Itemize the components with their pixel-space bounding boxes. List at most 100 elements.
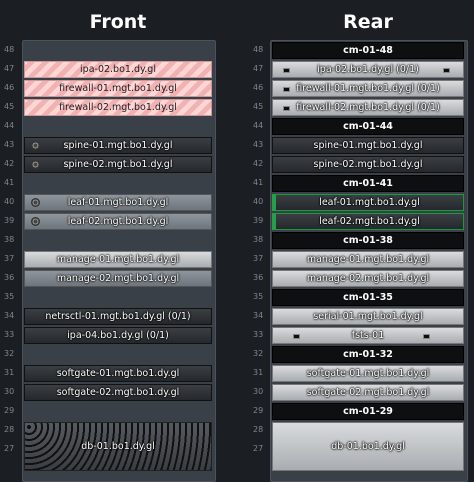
rack-unit-number: 33 bbox=[253, 330, 264, 339]
rack-unit-number: 38 bbox=[253, 235, 264, 244]
rack-unit-number: 39 bbox=[253, 216, 264, 225]
port-icon bbox=[283, 68, 290, 73]
port-icon bbox=[443, 68, 450, 73]
front-device-leaf-01[interactable]: leaf-01.mgt.bo1.dy.gl bbox=[24, 194, 212, 211]
rear-device-manage-02[interactable]: manage-02.mgt.bo1.dy.gl bbox=[272, 270, 464, 287]
rear-blank-cm-01-44[interactable]: cm-01-44 bbox=[272, 118, 464, 135]
rear-blank-cm-01-29[interactable]: cm-01-29 bbox=[272, 403, 464, 420]
rear-blank-cm-01-32[interactable]: cm-01-32 bbox=[272, 346, 464, 363]
device-label: cm-01-32 bbox=[343, 349, 393, 360]
rear-device-ipa-02[interactable]: ipa-02.bo1.dy.gl (0/1) bbox=[272, 61, 464, 78]
rack-unit-number: 32 bbox=[4, 349, 15, 358]
rack-unit-number: 47 bbox=[4, 64, 15, 73]
device-label: manage-01.mgt.bo1.dy.gl bbox=[306, 254, 430, 265]
front-device-firewall-02[interactable]: firewall-02.mgt.bo1.dy.gl bbox=[24, 99, 212, 116]
rear-device-firewall-01[interactable]: firewall-01.mgt.bo1.dy.gl (0/1) bbox=[272, 80, 464, 97]
front-device-netrsctl-01[interactable]: netrsctl-01.mgt.bo1.dy.gl (0/1) bbox=[24, 308, 212, 325]
device-label: spine-02.mgt.bo1.dy.gl bbox=[63, 159, 173, 170]
rack-unit-number: 40 bbox=[4, 197, 15, 206]
rear-blank-cm-01-41[interactable]: cm-01-41 bbox=[272, 175, 464, 192]
device-label: serial-01.mgt.bo1.dy.gl bbox=[313, 311, 423, 322]
rack-unit-number: 34 bbox=[4, 311, 15, 320]
front-device-leaf-02[interactable]: leaf-02.mgt.bo1.dy.gl bbox=[24, 213, 212, 230]
device-label: firewall-01.mgt.bo1.dy.gl (0/1) bbox=[296, 83, 440, 94]
rack-unit-number: 45 bbox=[4, 102, 15, 111]
front-device-firewall-01[interactable]: firewall-01.mgt.bo1.dy.gl bbox=[24, 80, 212, 97]
device-label: ipa-02.bo1.dy.gl bbox=[80, 64, 156, 75]
rack-unit-number: 32 bbox=[253, 349, 264, 358]
device-label: manage-02.mgt.bo1.dy.gl bbox=[306, 273, 430, 284]
device-label: firewall-02.mgt.bo1.dy.gl bbox=[59, 102, 177, 113]
rack-unit-number: 30 bbox=[253, 387, 264, 396]
front-device-ipa-04[interactable]: ipa-04.bo1.dy.gl (0/1) bbox=[24, 327, 212, 344]
port-icon bbox=[423, 334, 430, 339]
rack-unit-number: 30 bbox=[4, 387, 15, 396]
front-device-db-01[interactable]: db-01.bo1.dy.gl bbox=[24, 422, 212, 471]
rear-device-softgate-02[interactable]: softgate-02.mgt.bo1.dy.gl bbox=[272, 384, 464, 401]
device-label: cm-01-35 bbox=[343, 292, 393, 303]
rack-unit-number: 48 bbox=[4, 45, 15, 54]
device-label: softgate-01.mgt.bo1.dy.gl bbox=[306, 368, 430, 379]
rear-device-softgate-01[interactable]: softgate-01.mgt.bo1.dy.gl bbox=[272, 365, 464, 382]
fan-icon bbox=[31, 198, 40, 207]
device-label: firewall-02.mgt.bo1.dy.gl (0/1) bbox=[296, 102, 440, 113]
device-label: leaf-01.mgt.bo1.dy.gl bbox=[319, 197, 420, 208]
rack-unit-number: 36 bbox=[253, 273, 264, 282]
rear-blank-cm-01-38[interactable]: cm-01-38 bbox=[272, 232, 464, 249]
rack-unit-number: 44 bbox=[253, 121, 264, 130]
rear-device-db-01[interactable]: db-01.bo1.dy.gl bbox=[272, 422, 464, 471]
rear-device-leaf-02[interactable]: leaf-02.mgt.bo1.dy.gl bbox=[272, 213, 464, 230]
rack-unit-number: 37 bbox=[4, 254, 15, 263]
rack-unit-number: 35 bbox=[253, 292, 264, 301]
rack-unit-number: 46 bbox=[4, 83, 15, 92]
rack-unit-number: 29 bbox=[253, 406, 264, 415]
rear-device-manage-01[interactable]: manage-01.mgt.bo1.dy.gl bbox=[272, 251, 464, 268]
device-label: leaf-02.mgt.bo1.dy.gl bbox=[67, 216, 169, 227]
device-label: softgate-02.mgt.bo1.dy.gl bbox=[56, 387, 180, 398]
rear-device-leaf-01[interactable]: leaf-01.mgt.bo1.dy.gl bbox=[272, 194, 464, 211]
device-label: netrsctl-01.mgt.bo1.dy.gl (0/1) bbox=[45, 311, 191, 322]
device-label: softgate-02.mgt.bo1.dy.gl bbox=[306, 387, 430, 398]
rack-unit-number: 33 bbox=[4, 330, 15, 339]
device-label: cm-01-48 bbox=[343, 45, 393, 56]
front-device-softgate-01[interactable]: softgate-01.mgt.bo1.dy.gl bbox=[24, 365, 212, 382]
rack-unit-number: 48 bbox=[253, 45, 264, 54]
rack-unit-number: 27 bbox=[4, 444, 15, 453]
rack-unit-number: 28 bbox=[4, 425, 15, 434]
rear-title: Rear bbox=[343, 11, 393, 33]
front-device-manage-01[interactable]: manage-01.mgt.bo1.dy.gl bbox=[24, 251, 212, 268]
rack-unit-number: 31 bbox=[4, 368, 15, 377]
device-label: softgate-01.mgt.bo1.dy.gl bbox=[56, 368, 180, 379]
rack-unit-number: 39 bbox=[4, 216, 15, 225]
rear-blank-cm-01-35[interactable]: cm-01-35 bbox=[272, 289, 464, 306]
rack-unit-number: 37 bbox=[253, 254, 264, 263]
rack-unit-number: 41 bbox=[253, 178, 264, 187]
rear-device-serial-01[interactable]: serial-01.mgt.bo1.dy.gl bbox=[272, 308, 464, 325]
device-label: cm-01-38 bbox=[343, 235, 393, 246]
front-device-spine-02[interactable]: spine-02.mgt.bo1.dy.gl bbox=[24, 156, 212, 173]
rack-unit-number: 47 bbox=[253, 64, 264, 73]
front-device-ipa-02[interactable]: ipa-02.bo1.dy.gl bbox=[24, 61, 212, 78]
rack-unit-number: 29 bbox=[4, 406, 15, 415]
rear-blank-cm-01-48[interactable]: cm-01-48 bbox=[272, 42, 464, 59]
front-device-softgate-02[interactable]: softgate-02.mgt.bo1.dy.gl bbox=[24, 384, 212, 401]
device-label: spine-02.mgt.bo1.dy.gl bbox=[313, 159, 423, 170]
device-label: manage-01.mgt.bo1.dy.gl bbox=[56, 254, 180, 265]
rear-device-spine-02[interactable]: spine-02.mgt.bo1.dy.gl bbox=[272, 156, 464, 173]
front-device-manage-02[interactable]: manage-02.mgt.bo1.dy.gl bbox=[24, 270, 212, 287]
rear-device-fsts-01[interactable]: fsts-01 bbox=[272, 327, 464, 344]
device-label: firewall-01.mgt.bo1.dy.gl bbox=[59, 83, 177, 94]
rear-device-spine-01[interactable]: spine-01.mgt.bo1.dy.gl bbox=[272, 137, 464, 154]
front-device-spine-01[interactable]: spine-01.mgt.bo1.dy.gl bbox=[24, 137, 212, 154]
rack-unit-number: 42 bbox=[253, 159, 264, 168]
rear-device-firewall-02[interactable]: firewall-02.mgt.bo1.dy.gl (0/1) bbox=[272, 99, 464, 116]
port-icon bbox=[283, 106, 290, 111]
device-label: leaf-02.mgt.bo1.dy.gl bbox=[319, 216, 420, 227]
fan-icon bbox=[31, 160, 40, 169]
port-icon bbox=[293, 334, 300, 339]
rack-unit-number: 34 bbox=[253, 311, 264, 320]
fan-icon bbox=[31, 141, 40, 150]
rack-unit-number: 27 bbox=[253, 444, 264, 453]
device-label: manage-02.mgt.bo1.dy.gl bbox=[56, 273, 180, 284]
device-label: spine-01.mgt.bo1.dy.gl bbox=[63, 140, 173, 151]
